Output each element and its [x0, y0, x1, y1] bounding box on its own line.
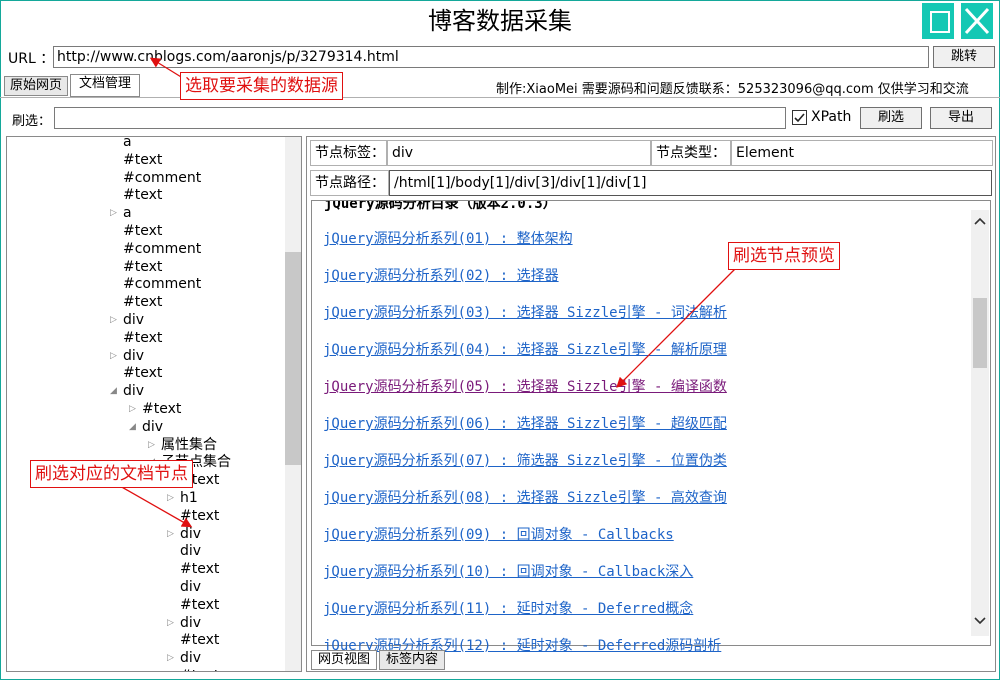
annotation-preview-node: 刷选节点预览	[728, 242, 840, 270]
annotation-select-source: 选取要采集的数据源	[180, 72, 343, 100]
annotation-arrow-node	[119, 485, 193, 528]
annotation-select-node: 刷选对应的文档节点	[30, 460, 193, 488]
annotation-arrows	[119, 57, 741, 528]
annotation-arrow-preview	[616, 263, 741, 388]
